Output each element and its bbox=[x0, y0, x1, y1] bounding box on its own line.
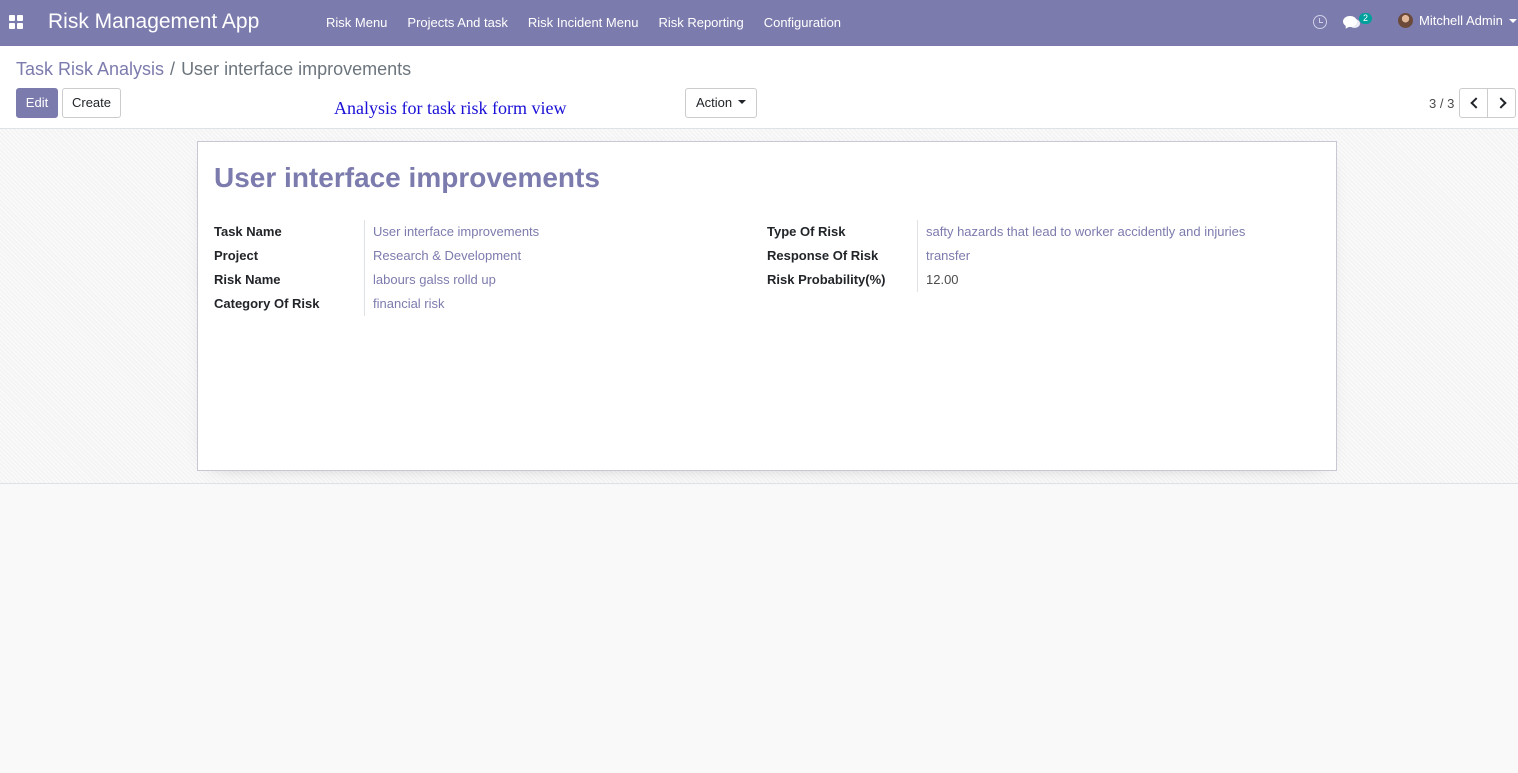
form-view-background: User interface improvements Task Name Us… bbox=[0, 129, 1518, 484]
field-label: Project bbox=[214, 248, 259, 263]
breadcrumb: Task Risk Analysis / User interface improv… bbox=[16, 59, 411, 80]
breadcrumb-separator: / bbox=[170, 59, 176, 79]
field-label: Type Of Risk bbox=[767, 224, 846, 239]
edit-button[interactable]: Edit bbox=[16, 88, 58, 118]
annotation-text: Analysis for task risk form view bbox=[334, 98, 567, 118]
field-label: Risk Name bbox=[214, 272, 281, 287]
user-menu[interactable]: Mitchell Admin bbox=[1398, 13, 1517, 28]
form-sheet: User interface improvements Task Name Us… bbox=[197, 141, 1337, 471]
control-panel: Task Risk Analysis / User interface improv… bbox=[0, 46, 1518, 129]
user-name: Mitchell Admin bbox=[1419, 13, 1503, 28]
app-title: Risk Management App bbox=[48, 10, 260, 33]
field-value: 12.00 bbox=[926, 272, 959, 287]
menu-risk-reporting[interactable]: Risk Reporting bbox=[648, 0, 753, 46]
field-label: Risk Probability(%) bbox=[767, 272, 886, 287]
chat-count-badge: 2 bbox=[1359, 13, 1373, 24]
messaging-button[interactable]: 2 bbox=[1343, 13, 1373, 32]
field-value-link[interactable]: labours galss rolld up bbox=[373, 272, 496, 287]
field-value-link[interactable]: safty hazards that lead to worker accide… bbox=[926, 224, 1245, 239]
pager-next-button[interactable] bbox=[1487, 88, 1516, 118]
chevron-right-icon bbox=[1495, 97, 1507, 109]
chevron-left-icon bbox=[1470, 97, 1482, 109]
field-value-link[interactable]: financial risk bbox=[373, 296, 445, 311]
pager-previous-button[interactable] bbox=[1459, 88, 1488, 118]
field-label: Response Of Risk bbox=[767, 248, 879, 263]
activity-clock-icon[interactable] bbox=[1313, 15, 1327, 29]
breadcrumb-current: User interface improvements bbox=[181, 59, 412, 79]
field-label: Task Name bbox=[214, 224, 282, 239]
avatar bbox=[1398, 13, 1413, 28]
menu-risk-incident[interactable]: Risk Incident Menu bbox=[518, 0, 649, 46]
field-value-link[interactable]: User interface improvements bbox=[373, 224, 539, 239]
caret-down-icon bbox=[1508, 18, 1517, 23]
action-label: Action bbox=[696, 95, 733, 110]
menu-risk-menu[interactable]: Risk Menu bbox=[316, 0, 397, 46]
top-navbar: Risk Management App Risk Menu Projects A… bbox=[0, 0, 1518, 46]
menu-configuration[interactable]: Configuration bbox=[754, 0, 851, 46]
action-dropdown[interactable]: Action bbox=[685, 88, 757, 118]
record-title: User interface improvements bbox=[214, 162, 600, 193]
create-button[interactable]: Create bbox=[62, 88, 121, 118]
menu-projects-and-task[interactable]: Projects And task bbox=[397, 0, 517, 46]
apps-menu-icon[interactable] bbox=[9, 15, 23, 29]
field-label: Category Of Risk bbox=[214, 296, 320, 311]
breadcrumb-parent-link[interactable]: Task Risk Analysis bbox=[16, 59, 164, 79]
pager-value[interactable]: 3 / 3 bbox=[1429, 96, 1454, 111]
field-value-link[interactable]: Research & Development bbox=[373, 248, 521, 263]
field-value-link[interactable]: transfer bbox=[926, 248, 970, 263]
main-menu: Risk Menu Projects And task Risk Inciden… bbox=[316, 0, 851, 46]
caret-down-icon bbox=[738, 100, 747, 104]
